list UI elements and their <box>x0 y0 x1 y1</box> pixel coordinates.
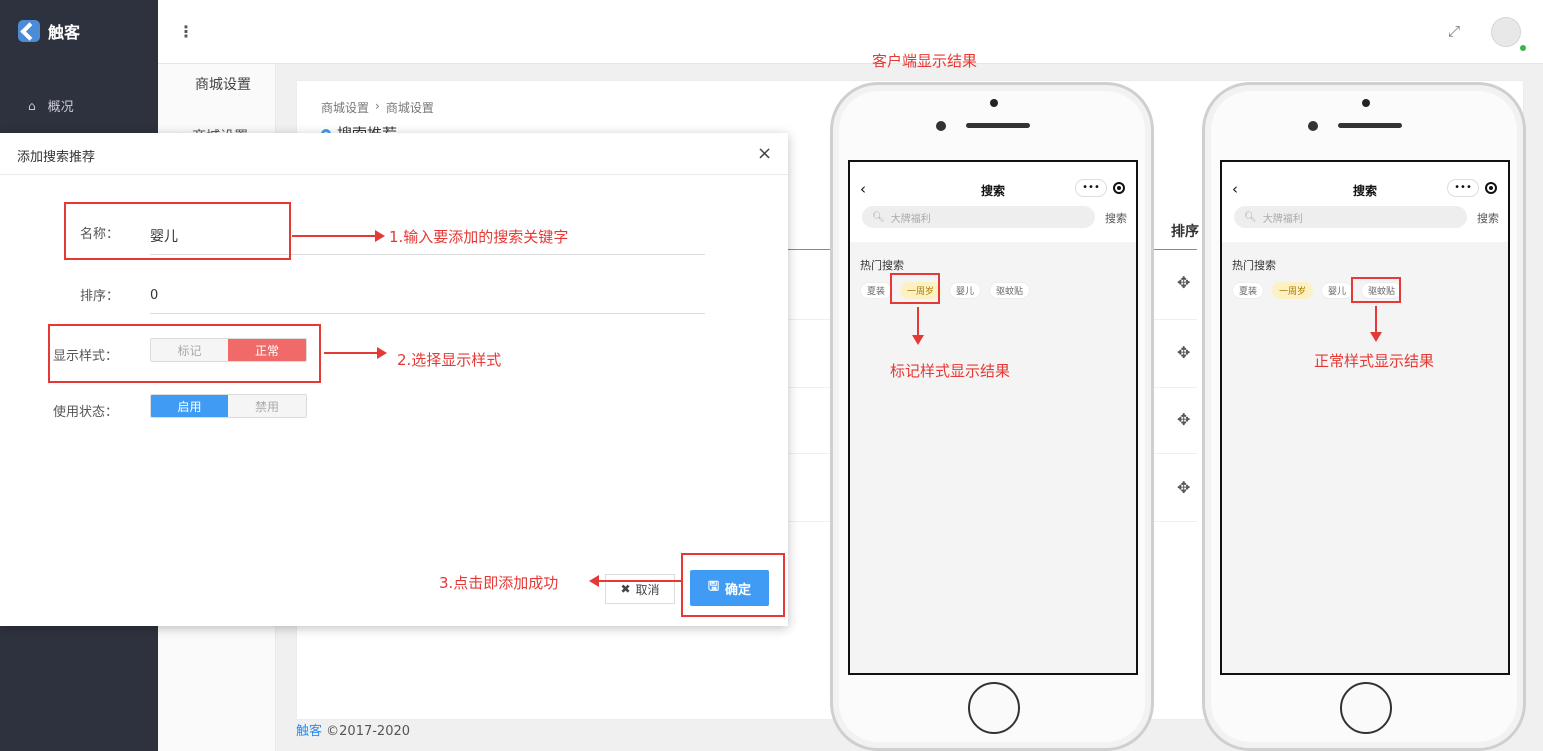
cancel-button-label: 取消 <box>635 582 660 597</box>
annotation-arrow <box>1370 306 1382 342</box>
target-icon[interactable] <box>1485 182 1497 194</box>
menu-toggle-icon[interactable]: ⋮ <box>178 22 194 41</box>
annotation-mark-result: 标记样式显示结果 <box>890 362 1011 380</box>
subnav-title: 商城设置 <box>195 77 251 93</box>
search-icon: 🔍︎ <box>872 211 885 223</box>
avatar[interactable] <box>1491 17 1526 51</box>
hot-tag[interactable]: 婴儿 <box>1321 282 1354 299</box>
drag-handle-icon[interactable]: ✥ <box>1177 410 1190 429</box>
home-icon: ⌂ <box>28 98 36 113</box>
status-toggle: 启用 禁用 <box>150 394 307 418</box>
footer-brand-link[interactable]: 触客 <box>296 724 322 739</box>
annotation-box-confirm <box>681 553 785 617</box>
app-name: 触客 <box>48 23 81 42</box>
drag-handle-icon[interactable]: ✥ <box>1177 273 1190 292</box>
column-header-sort: 排序 <box>1171 224 1199 240</box>
annotation-arrow <box>292 230 385 242</box>
top-bar: ⋮ ⤢ <box>158 0 1543 64</box>
cancel-button[interactable]: ✖ 取消 <box>605 574 675 604</box>
status-label: 使用状态： <box>53 405 119 420</box>
breadcrumb-separator: › <box>375 99 380 113</box>
search-button[interactable]: 搜索 <box>1477 210 1499 226</box>
breadcrumb: 商城设置 › 商城设置 <box>321 99 434 116</box>
annotation-box-name <box>64 202 291 260</box>
phone-screen: ‹ 搜索 ••• 🔍︎ 大牌福利 搜索 热门搜索 夏装 一周岁 婴儿 驱蚊贴 <box>848 160 1138 675</box>
phone-mockup-mark: ‹ 搜索 ••• 🔍︎ 大牌福利 搜索 热门搜索 夏装 一周岁 婴儿 驱蚊贴 <box>830 82 1154 751</box>
phone-camera <box>936 121 946 131</box>
more-icon[interactable]: ••• <box>1447 179 1479 197</box>
more-icon[interactable]: ••• <box>1075 179 1107 197</box>
annotation-step3: 3.点击即添加成功 <box>439 574 559 592</box>
close-icon[interactable]: × <box>757 143 772 164</box>
search-placeholder: 大牌福利 <box>1262 213 1303 225</box>
footer-copyright: ©2017-2020 <box>326 724 411 739</box>
search-input[interactable]: 🔍︎ 大牌福利 <box>1234 206 1467 228</box>
search-button[interactable]: 搜索 <box>1105 210 1127 226</box>
drag-handle-icon[interactable]: ✥ <box>1177 343 1190 362</box>
search-icon: 🔍︎ <box>1244 211 1257 223</box>
search-header: ‹ 搜索 ••• 🔍︎ 大牌福利 搜索 <box>850 162 1136 242</box>
hot-search-label: 热门搜索 <box>860 259 904 272</box>
phone-home-button <box>968 682 1020 734</box>
phone-screen: ‹ 搜索 ••• 🔍︎ 大牌福利 搜索 热门搜索 夏装 一周岁 婴儿 驱蚊贴 <box>1220 160 1510 675</box>
hot-tag[interactable]: 夏装 <box>860 282 893 299</box>
hot-tag[interactable]: 夏装 <box>1232 282 1265 299</box>
hot-tag[interactable]: 婴儿 <box>949 282 982 299</box>
close-icon: ✖ <box>620 582 631 596</box>
hot-tag[interactable]: 驱蚊贴 <box>989 282 1031 299</box>
annotation-client-title: 客户端显示结果 <box>872 52 978 70</box>
search-header: ‹ 搜索 ••• 🔍︎ 大牌福利 搜索 <box>1222 162 1508 242</box>
annotation-arrow <box>912 307 924 345</box>
status-option-enabled[interactable]: 启用 <box>151 395 228 417</box>
phone-speaker <box>966 123 1030 128</box>
hot-search-label: 热门搜索 <box>1232 259 1276 272</box>
app-logo[interactable]: 触客 <box>18 18 80 44</box>
annotation-arrow <box>324 347 387 359</box>
footer: 触客 ©2017-2020 <box>296 720 410 739</box>
breadcrumb-item[interactable]: 商城设置 <box>386 99 434 116</box>
annotation-arrow <box>589 575 683 587</box>
phone-speaker <box>1338 123 1402 128</box>
sort-input[interactable]: 0 <box>150 288 158 303</box>
hot-search-tags: 夏装 一周岁 婴儿 驱蚊贴 <box>860 282 1031 299</box>
phone-sensor <box>990 99 998 107</box>
status-option-disabled[interactable]: 禁用 <box>228 395 306 417</box>
phone-sensor <box>1362 99 1370 107</box>
sort-input-underline <box>150 313 705 314</box>
annotation-box-normal-tag <box>1351 277 1401 303</box>
search-input[interactable]: 🔍︎ 大牌福利 <box>862 206 1095 228</box>
search-placeholder: 大牌福利 <box>890 213 931 225</box>
annotation-step1: 1.输入要添加的搜索关键字 <box>389 228 569 246</box>
annotation-box-style <box>48 324 321 383</box>
sidebar-item-label: 概况 <box>47 100 74 115</box>
phone-camera <box>1308 121 1318 131</box>
annotation-step2: 2.选择显示样式 <box>397 351 502 369</box>
dialog-header: 添加搜索推荐 × <box>0 133 788 175</box>
target-icon[interactable] <box>1113 182 1125 194</box>
annotation-normal-result: 正常样式显示结果 <box>1314 352 1435 370</box>
dialog-title: 添加搜索推荐 <box>17 150 96 165</box>
phone-mockup-normal: ‹ 搜索 ••• 🔍︎ 大牌福利 搜索 热门搜索 夏装 一周岁 婴儿 驱蚊贴 <box>1202 82 1526 751</box>
hot-tag-marked[interactable]: 一周岁 <box>1272 282 1314 299</box>
breadcrumb-item[interactable]: 商城设置 <box>321 99 369 116</box>
logo-icon <box>18 20 40 42</box>
drag-handle-icon[interactable]: ✥ <box>1177 478 1190 497</box>
phone-home-button <box>1340 682 1392 734</box>
annotation-box-mark-tag <box>890 273 940 304</box>
fullscreen-icon[interactable]: ⤢ <box>1448 22 1460 40</box>
sort-label: 排序： <box>80 289 120 304</box>
sidebar-item-overview[interactable]: ⌂ 概况 <box>28 96 74 116</box>
